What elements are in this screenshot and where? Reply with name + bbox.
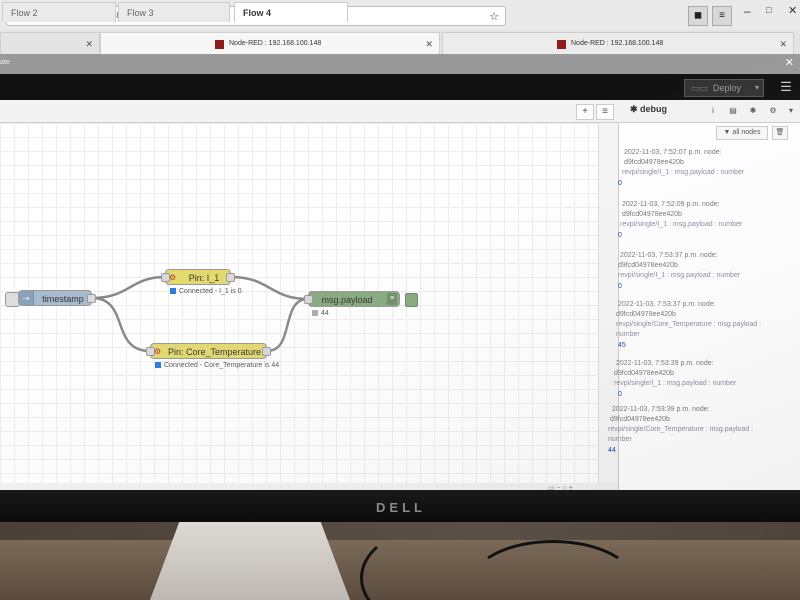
close-window-icon[interactable]: ✕ (788, 4, 797, 17)
maximize-icon[interactable]: □ (766, 5, 771, 15)
pin-core-label: Pin: Core_Temperature (167, 347, 262, 357)
debug-message: 2022-11-03, 7:52:09 p.m. node: d9fcd0497… (606, 200, 792, 242)
chevron-down-icon[interactable]: ▾ (755, 80, 759, 96)
output-port[interactable] (262, 347, 271, 356)
message-value: 0 (618, 391, 622, 398)
pin-node-core-temperature[interactable]: ⚙ Pin: Core_Temperature (146, 343, 271, 359)
message-meta: 2022-11-03, 7:53:39 p.m. node: (616, 360, 714, 367)
deploy-button[interactable]: ▭▭ Deploy ▾ (684, 79, 764, 97)
chip-icon: ⚙ (169, 273, 177, 282)
message-node-id[interactable]: d9fcd04978ee420b (606, 369, 792, 379)
trash-icon: 🗑 (775, 129, 785, 136)
brand-logo: DELL (376, 500, 426, 515)
output-port[interactable] (226, 273, 235, 282)
close-notification-icon[interactable]: ✕ (785, 56, 794, 69)
monitor-screen: http://192.168.100.148:1880/#flow/6d167d… (0, 0, 800, 490)
message-value: 44 (608, 447, 616, 454)
monitor-stand (150, 520, 350, 600)
connected-indicator (170, 288, 176, 295)
wire (91, 296, 151, 353)
arrow-icon: ⇢ (19, 291, 34, 305)
debug-status: 44 (312, 309, 329, 318)
pin-core-status-text: Connected - Core_Temperature is 44 (164, 362, 280, 369)
message-meta: 2022-11-03, 7:53:39 p.m. node: (612, 406, 710, 413)
chip-icon: ⚙ (154, 347, 162, 356)
wire (266, 297, 309, 353)
debug-label: msg.payload (321, 295, 373, 305)
debug-message: 2022-11-03, 7:53:39 p.m. node: d9fcd0497… (606, 405, 792, 457)
debug-message: 2022-11-03, 7:53:37 p.m. node: d9fcd0497… (606, 300, 792, 352)
message-node-id[interactable]: d9fcd04978ee420b (606, 261, 792, 271)
message-topic: revpi/single/I_1 : msg.payload : number (622, 169, 745, 176)
message-topic: revpi/single/I_1 : msg.payload : number (614, 380, 737, 387)
hamburger-menu-icon[interactable]: ☰ (778, 79, 794, 95)
sidebar-title-text: debug (640, 104, 668, 114)
filter-label: all nodes (732, 129, 761, 136)
message-meta: 2022-11-03, 7:53:37 p.m. node: (620, 252, 718, 259)
pin-i1-status-text: Connected - I_1 is 0 (179, 288, 242, 295)
inject-label: timestamp (42, 294, 84, 304)
message-topic: revpi/single/I_1 : msg.payload : number (618, 272, 741, 279)
bug-tab-icon[interactable]: ✱ (746, 104, 760, 118)
pin-i1-status: Connected - I_1 is 0 (170, 287, 242, 296)
message-meta: 2022-11-03, 7:52:09 p.m. node: (622, 201, 720, 208)
message-node-id[interactable]: d9fcd04978ee420b (606, 158, 792, 168)
filter-button[interactable]: ▼ all nodes (716, 126, 768, 140)
message-topic: revpi/single/I_1 : msg.payload : number (620, 221, 743, 228)
deploy-icon: ▭▭ (691, 83, 709, 93)
pin-core-status: Connected - Core_Temperature is 44 (155, 361, 279, 370)
output-port[interactable] (87, 294, 96, 303)
message-node-id[interactable]: d9fcd04978ee420b (606, 415, 792, 425)
chevron-down-icon[interactable]: ▾ (784, 104, 798, 118)
gear-icon[interactable]: ⚙ (766, 104, 780, 118)
zoom-controls[interactable]: ▭ − ○ + (548, 484, 590, 490)
message-node-id[interactable]: d9fcd04978ee420b (606, 210, 792, 220)
debug-toggle-button[interactable] (405, 293, 418, 307)
debug-message: 2022-11-03, 7:52:07 p.m. node: d9fcd0497… (606, 148, 792, 190)
sidebar-title[interactable]: ✱ debug (630, 104, 667, 115)
bug-icon: ✱ (630, 104, 641, 114)
message-value: 0 (618, 232, 622, 239)
minimize-icon[interactable]: – (744, 4, 751, 18)
connected-indicator (155, 362, 161, 369)
debug-status-text: 44 (321, 310, 329, 317)
extensions-icon[interactable]: ◼ (688, 6, 708, 26)
pin-node-i1[interactable]: ⚙ Pin: I_1 (161, 269, 235, 285)
photo-scene: DELL http://192.168.100.148:1880/#flow/6… (0, 0, 800, 600)
message-topic: revpi/single/Core_Temperature : msg.payl… (608, 426, 754, 443)
deploy-label: Deploy (713, 83, 742, 93)
debug-node[interactable]: msg.payload ≡ (304, 291, 400, 307)
pin-i1-label: Pin: I_1 (188, 273, 220, 283)
message-value: 0 (618, 283, 622, 290)
debug-message: 2022-11-03, 7:53:37 p.m. node: d9fcd0497… (606, 251, 792, 293)
message-value: 45 (618, 342, 626, 349)
message-value: 0 (618, 180, 622, 187)
status-indicator (312, 310, 318, 317)
debug-message: 2022-11-03, 7:53:39 p.m. node: d9fcd0497… (606, 359, 792, 401)
close-tab-icon[interactable]: ✕ (779, 33, 787, 55)
wire (230, 275, 309, 301)
list-icon: ≡ (387, 293, 397, 305)
message-topic: revpi/single/Core_Temperature : msg.payl… (616, 321, 762, 338)
clear-log-button[interactable]: 🗑 (772, 126, 788, 140)
menu-icon[interactable]: ≡ (712, 6, 732, 26)
info-icon[interactable]: i (706, 104, 720, 118)
message-node-id[interactable]: d9fcd04978ee420b (606, 310, 792, 320)
inject-node[interactable]: ⇢ timestamp (18, 290, 96, 306)
message-meta: 2022-11-03, 7:52:07 p.m. node: (624, 149, 722, 156)
wires (91, 275, 309, 353)
book-icon[interactable]: ▤ (726, 104, 740, 118)
message-meta: 2022-11-03, 7:53:37 p.m. node: (618, 301, 716, 308)
wire (91, 275, 166, 300)
